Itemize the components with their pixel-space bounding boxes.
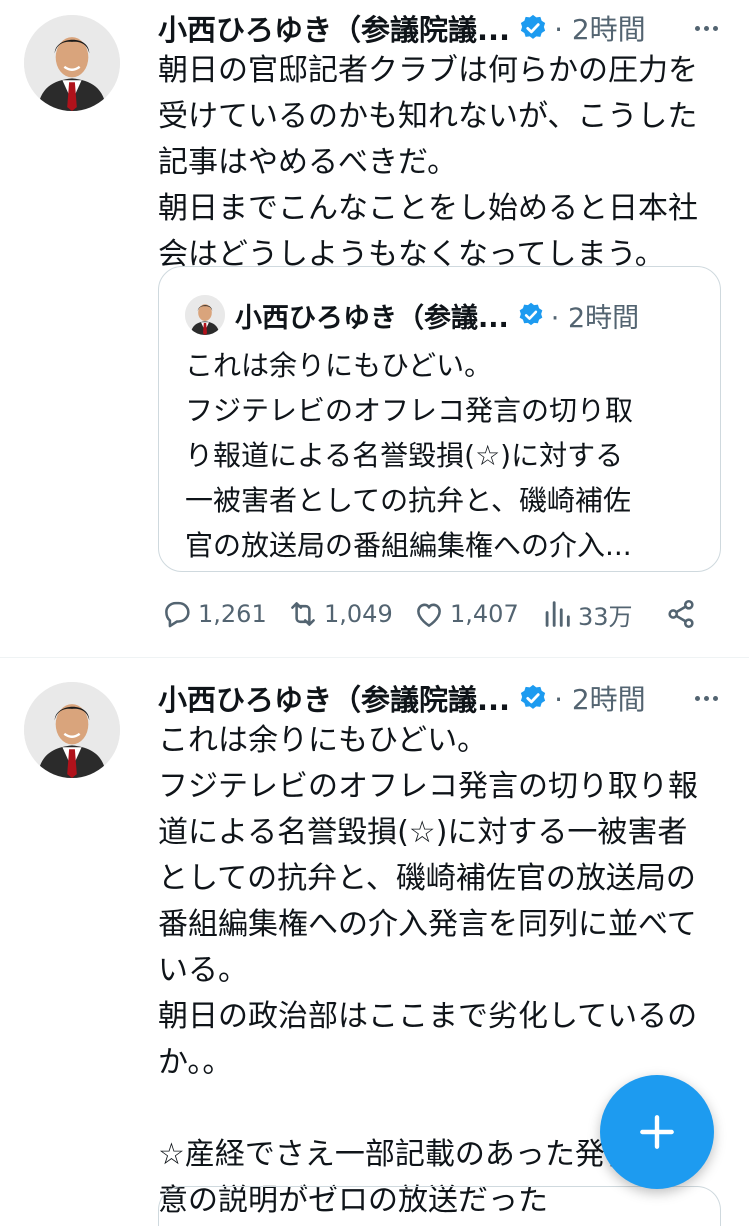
avatar[interactable]: [24, 15, 120, 111]
reply-count: 1,261: [198, 600, 267, 628]
tweet-actions: 1,261 1,049 1,407 33万: [160, 592, 720, 636]
quoted-text-line: フジテレビのオフレコ発言の切り取: [185, 394, 634, 427]
quoted-text-line: り報道による名誉毀損(☆)に対する: [185, 439, 624, 472]
views-button[interactable]: 33万: [540, 597, 658, 632]
person-avatar-icon: [24, 682, 120, 778]
quoted-text-line: 一被害者としての抗弁と、磯崎補佐: [185, 484, 632, 517]
author-name[interactable]: 小西ひろゆき（参議院議...: [158, 677, 510, 719]
tweet-text-line: 記事はやめるべきだ。: [158, 145, 458, 180]
quoted-author-name: 小西ひろゆき（参議...: [235, 302, 509, 334]
reply-button[interactable]: 1,261: [160, 597, 286, 631]
tweet-header: 小西ひろゆき（参議院議... · 2時間: [158, 6, 728, 50]
quoted-text-line: これは余りにもひどい。: [185, 349, 493, 382]
person-avatar-icon: [24, 15, 120, 111]
more-options-icon[interactable]: [684, 6, 728, 50]
quoted-text: これは余りにもひどい。 フジテレビのオフレコ発言の切り取 り報道による名誉毀損(…: [185, 343, 715, 568]
tweet-text-line: 朝日の官邸記者クラブは何らかの圧力を: [158, 53, 698, 88]
share-icon: [668, 599, 694, 629]
tweet-text-line: としての抗弁と、磯崎補佐官の放送局の: [158, 861, 696, 896]
compose-button[interactable]: [600, 1075, 714, 1189]
retweet-button[interactable]: 1,049: [286, 597, 412, 631]
tweet-text-line: 朝日の政治部はここまで劣化しているの: [158, 999, 698, 1034]
tweet-header: 小西ひろゆき（参議院議... · 2時間: [158, 676, 728, 720]
retweet-icon: [291, 602, 315, 626]
tweet-text-line: これは余りにもひどい。: [158, 723, 488, 758]
share-button[interactable]: [664, 597, 698, 631]
tweet-text-line: いる。: [158, 953, 248, 988]
views-count: 33万: [578, 602, 633, 631]
tweet-time[interactable]: · 2時間: [554, 678, 646, 718]
verified-badge-icon: [519, 302, 543, 326]
tweet-text-line: 道による名誉毀損(☆)に対する一被害者: [158, 815, 688, 850]
like-count: 1,407: [450, 600, 519, 628]
more-options-icon[interactable]: [684, 676, 728, 720]
heart-icon: [417, 603, 441, 627]
reply-icon: [165, 601, 190, 628]
tweet[interactable]: 小西ひろゆき（参議院議... · 2時間 朝日の官邸記者クラブは何らかの圧力を …: [0, 0, 749, 658]
author-name[interactable]: 小西ひろゆき（参議院議...: [158, 7, 510, 49]
tweet-time[interactable]: · 2時間: [554, 8, 646, 48]
tweet-text-line: フジテレビのオフレコ発言の切り取り報: [158, 769, 698, 804]
tweet-text-line: 受けているのかも知れないが、こうした: [158, 99, 698, 134]
quoted-avatar: [185, 295, 225, 335]
quoted-time: · 2時間: [550, 302, 640, 334]
quoted-tweet[interactable]: [158, 1186, 721, 1226]
retweet-count: 1,049: [324, 600, 393, 628]
quoted-header: 小西ひろゆき（参議... · 2時間: [235, 293, 639, 337]
like-button[interactable]: 1,407: [412, 597, 540, 631]
tweet-text-line: 朝日までこんなことをし始めると日本社: [158, 191, 698, 226]
quoted-text-line: 官の放送局の番組編集権への介入...: [185, 529, 632, 562]
plus-icon: [640, 1115, 674, 1149]
tweet-text: 朝日の官邸記者クラブは何らかの圧力を 受けているのかも知れないが、こうした 記事…: [158, 48, 733, 278]
quoted-tweet[interactable]: 小西ひろゆき（参議... · 2時間 これは余りにもひどい。 フジテレビのオフレ…: [158, 266, 721, 572]
avatar[interactable]: [24, 682, 120, 778]
analytics-icon: [545, 601, 570, 627]
verified-badge-icon: [520, 14, 546, 39]
tweet-text-line: 番組編集権への介入発言を同列に並べて: [158, 907, 697, 942]
person-avatar-icon: [185, 295, 225, 335]
verified-badge-icon: [520, 684, 546, 709]
